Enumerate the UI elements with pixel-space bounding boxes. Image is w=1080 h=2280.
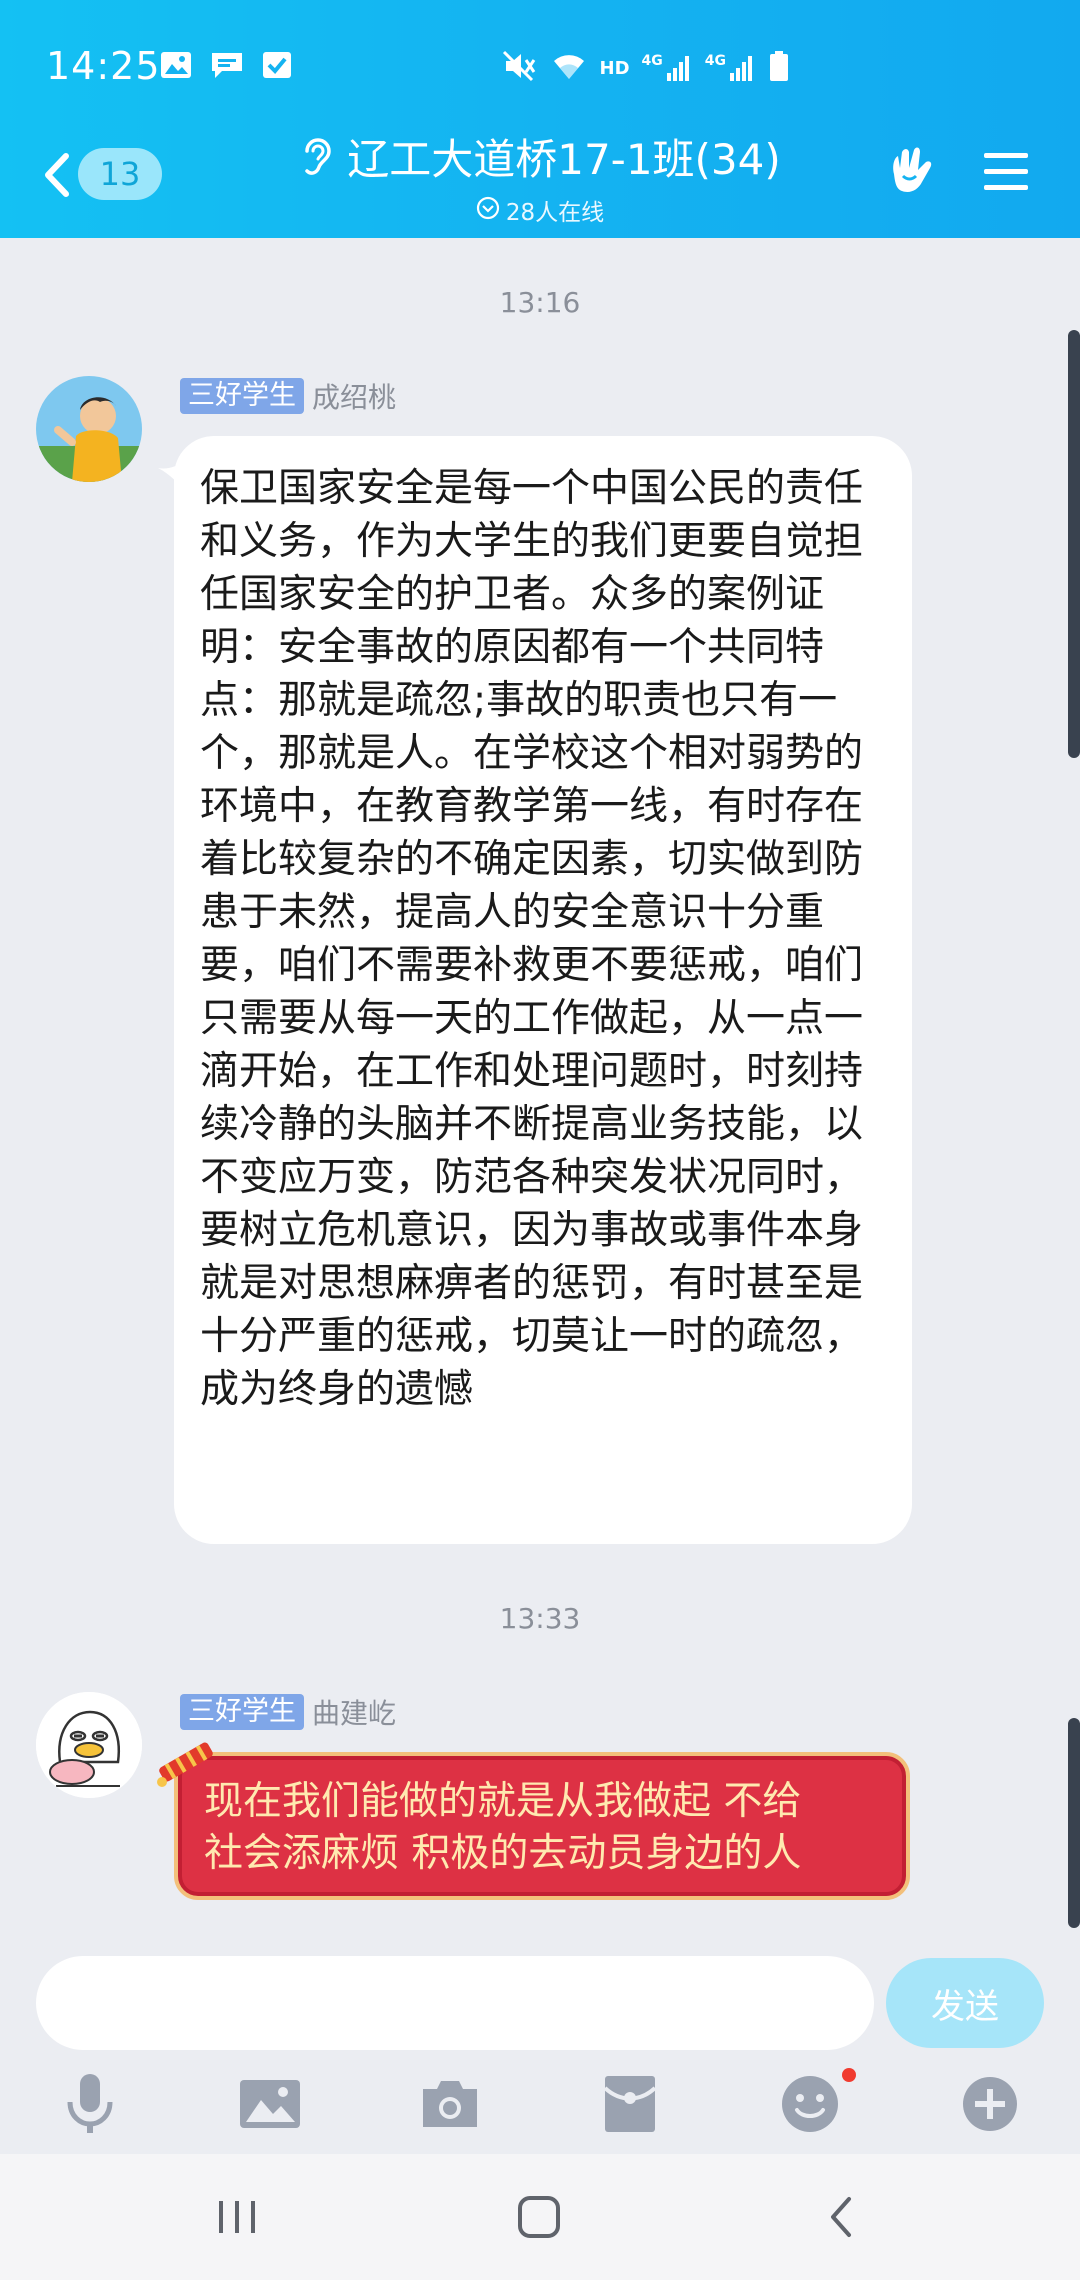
sender-name[interactable]: 曲建屹 [312, 1692, 396, 1732]
emoji-icon [782, 2076, 838, 2132]
avatar[interactable] [36, 376, 142, 482]
voice-button[interactable] [54, 2068, 126, 2140]
message-text-line: 社会添麻烦 积极的去动员身边的人 [204, 1831, 802, 1876]
red-packet-button[interactable] [594, 2068, 666, 2140]
recent-apps-button[interactable] [202, 2184, 272, 2250]
menu-button[interactable] [982, 150, 1030, 194]
message-bubble-festive[interactable]: 现在我们能做的就是从我做起 不给 社会添麻烦 积极的去动员身边的人 [174, 1752, 910, 1900]
image-picker-button[interactable] [234, 2068, 306, 2140]
emoji-notification-dot [842, 2068, 856, 2082]
gallery-notification-icon [160, 50, 192, 84]
chat-header: 14:25 HD 4G 4G 13 辽工大道桥17-1班(34) 28人在线 [0, 0, 1080, 238]
avatar-duck-image [36, 1692, 142, 1798]
recent-apps-icon [219, 2201, 255, 2233]
sender-info: 三好学生 成绍桃 [180, 376, 396, 416]
home-button[interactable] [504, 2184, 574, 2250]
sender-info: 三好学生 曲建屹 [180, 1692, 396, 1732]
camera-button[interactable] [414, 2068, 486, 2140]
hd-label: HD [599, 57, 630, 79]
signal-icon: 4G [705, 53, 756, 83]
message-bubble[interactable]: 保卫国家安全是每一个中国公民的责任和义务，作为大学生的我们更要自觉担任国家安全的… [174, 436, 912, 1544]
message-timestamp: 13:33 [499, 1602, 581, 1635]
status-bar: 14:25 HD 4G 4G [0, 0, 1080, 130]
plus-icon [963, 2077, 1017, 2131]
message-notification-icon [210, 50, 244, 84]
message-input[interactable] [36, 1956, 874, 2050]
avatar[interactable] [36, 1692, 142, 1798]
signal-icon: 4G [642, 53, 693, 83]
image-icon [240, 2080, 300, 2128]
mute-icon [502, 50, 538, 86]
battery-icon [768, 50, 790, 86]
member-title-badge: 三好学生 [180, 378, 304, 414]
avatar-boy-image [36, 376, 142, 482]
message-timestamp: 13:16 [499, 286, 581, 319]
system-back-button[interactable] [806, 2184, 876, 2250]
composer: 发送 [0, 1938, 1080, 2154]
home-icon [518, 2196, 560, 2238]
member-title-badge: 三好学生 [180, 1694, 304, 1730]
gesture-button[interactable] [884, 144, 940, 200]
message-list[interactable]: 13:16 三好学生 成绍桃 保卫国家安全是每一个中国公民的责任和义务，作为大学… [0, 238, 1080, 1938]
hand-gesture-icon [893, 147, 932, 192]
ear-icon [299, 133, 333, 181]
scrollbar-thumb[interactable] [1068, 330, 1080, 758]
system-navigation-bar [0, 2154, 1080, 2280]
emoji-button[interactable] [774, 2068, 846, 2140]
hamburger-menu-icon [984, 153, 1028, 190]
send-button[interactable]: 发送 [886, 1958, 1044, 2048]
camera-icon [423, 2081, 477, 2127]
firecracker-decoration-icon [157, 1742, 213, 1787]
back-arrow-icon [831, 2197, 851, 2237]
checkbox-notification-icon [262, 50, 292, 84]
online-count: 28人在线 [505, 200, 605, 226]
sender-name[interactable]: 成绍桃 [312, 376, 396, 416]
wifi-icon [550, 51, 588, 85]
mic-icon [67, 2074, 113, 2133]
online-indicator-icon [476, 196, 500, 224]
chat-title: 辽工大道桥17-1班(34) [347, 135, 781, 184]
more-button[interactable] [954, 2068, 1026, 2140]
status-time: 14:25 [46, 44, 161, 88]
red-packet-icon [603, 2076, 657, 2132]
message-text-line: 现在我们能做的就是从我做起 不给 [204, 1779, 802, 1824]
scrollbar-thumb[interactable] [1068, 1718, 1080, 1928]
